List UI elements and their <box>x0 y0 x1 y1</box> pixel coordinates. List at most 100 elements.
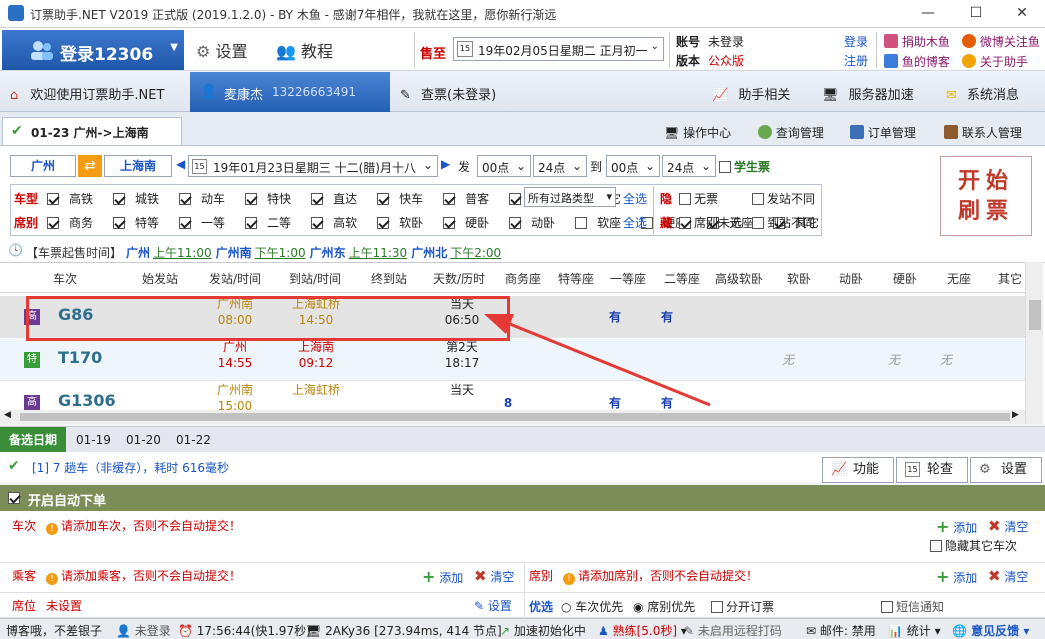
settings-small-button[interactable]: ⚙ 设置 <box>970 457 1042 483</box>
prev-day-icon[interactable]: ◀ <box>176 157 185 171</box>
type-checkbox[interactable]: 城铁 <box>113 192 169 206</box>
position-settings-button[interactable]: ✎ 设置 <box>474 597 512 614</box>
seat-first-radio[interactable]: ◉ 席别优先 <box>633 598 695 615</box>
function-button[interactable]: 📈 功能 <box>822 457 894 483</box>
sale-time-link[interactable]: 下午2:00 <box>450 246 501 260</box>
status-login[interactable]: 👤 未登录 <box>116 622 171 639</box>
type-checkbox[interactable]: 高铁 <box>47 192 103 206</box>
close-button[interactable]: ✕ <box>999 0 1045 28</box>
settings-button[interactable]: ⚙ 设置 <box>196 38 247 62</box>
order-mgmt-button[interactable]: 订单管理 <box>850 124 916 141</box>
maximize-button[interactable]: ☐ <box>953 0 999 28</box>
tab-welcome[interactable]: ⌂ 欢迎使用订票助手.NET <box>10 84 164 103</box>
sale-time-link[interactable]: 下午1:00 <box>255 246 306 260</box>
travel-date-select[interactable]: 15 19年01月23日星期三 十二(腊)月十八 ⌄ <box>188 155 438 177</box>
to-station-input[interactable]: 上海南 <box>104 155 172 177</box>
ops-center-button[interactable]: 🖥 操作中心 <box>664 124 731 141</box>
register-link[interactable]: 注册 <box>844 52 868 69</box>
poll-button[interactable]: 15 轮查 <box>896 457 968 483</box>
query-mgmt-button[interactable]: 查询管理 <box>758 124 824 141</box>
alt-date-item[interactable]: 01-22 <box>176 433 211 447</box>
scroll-left-icon[interactable]: ◀ <box>4 410 11 420</box>
blog-link[interactable]: 鱼的博客 <box>884 53 950 70</box>
status-captcha[interactable]: ✎ 未启用远程打码 <box>684 622 782 639</box>
auto-order-checkbox[interactable] <box>8 492 20 504</box>
no-ticket-checkbox[interactable]: 无票 <box>679 190 718 207</box>
column-header[interactable]: 二等座 <box>656 270 708 287</box>
helper-button[interactable]: 📈 助手相关 <box>712 84 790 103</box>
minimize-button[interactable]: — <box>905 0 951 28</box>
arrive-to-select[interactable]: 24点 ⌄ <box>662 155 716 177</box>
column-header[interactable]: 商务座 <box>498 270 548 287</box>
sale-time-link[interactable]: 上午11:00 <box>153 246 212 260</box>
split-order-checkbox[interactable]: 分开订票 <box>711 598 774 615</box>
from-station-input[interactable]: 广州 <box>10 155 76 177</box>
about-link[interactable]: 关于助手 <box>962 53 1028 70</box>
seat-unselected-checkbox[interactable]: 席别未选 <box>679 214 742 231</box>
clear-seat-button[interactable]: ✖ 清空 <box>988 567 1028 585</box>
diff-depart-checkbox[interactable]: 发站不同 <box>752 190 815 207</box>
depart-from-select[interactable]: 00点 ⌄ <box>477 155 531 177</box>
column-header[interactable]: 动卧 <box>828 270 874 287</box>
pass-type-select[interactable]: 所有过路类型 ▾ <box>524 187 616 207</box>
tab-user[interactable]: 👤 麦康杰 13226663491 <box>190 72 390 112</box>
server-accel-button[interactable]: 🖥 服务器加速 <box>822 84 914 103</box>
column-header[interactable]: 硬卧 <box>882 270 928 287</box>
weibo-link[interactable]: 微博关注鱼 <box>962 33 1040 50</box>
seat-checkbox[interactable]: 软卧 <box>377 216 433 230</box>
seat-checkbox[interactable]: 商务 <box>47 216 103 230</box>
sale-date-select[interactable]: 15 19年02月05日星期二 正月初一 ⌄ <box>453 37 664 61</box>
donate-link[interactable]: 捐助木鱼 <box>884 33 950 50</box>
column-header[interactable]: 软卧 <box>776 270 822 287</box>
scroll-right-icon[interactable]: ▶ <box>1012 410 1019 420</box>
column-header[interactable]: 到站/时间 <box>280 270 350 287</box>
vertical-scrollbar[interactable] <box>1025 262 1043 424</box>
type-checkbox[interactable]: 普客 <box>443 192 499 206</box>
type-checkbox[interactable]: 直达 <box>311 192 367 206</box>
column-header[interactable]: 始发站 <box>125 270 195 287</box>
diff-arrive-checkbox[interactable]: 到站不同 <box>752 214 815 231</box>
column-header[interactable]: 高级软卧 <box>708 270 770 287</box>
start-refresh-button[interactable]: 开始 刷票 <box>940 156 1032 236</box>
status-speed[interactable]: ♟ 熟练[5.0秒] ▾ <box>598 622 687 639</box>
swap-icon[interactable]: ⇄ <box>78 155 102 177</box>
alt-date-item[interactable]: 01-19 <box>76 433 111 447</box>
tutorial-button[interactable]: 👥 教程 <box>276 38 333 62</box>
hide-other-trains-checkbox[interactable]: 隐藏其它车次 <box>930 537 1017 554</box>
seat-checkbox[interactable]: 硬卧 <box>443 216 499 230</box>
contacts-button[interactable]: 联系人管理 <box>944 124 1022 141</box>
type-checkbox[interactable]: 特快 <box>245 192 301 206</box>
depart-to-select[interactable]: 24点 ⌄ <box>533 155 587 177</box>
status-mail[interactable]: ✉ 邮件: 禁用 <box>806 622 876 639</box>
login-link[interactable]: 登录 <box>844 33 868 50</box>
clear-passenger-button[interactable]: ✖ 清空 <box>474 567 514 585</box>
sms-notify-checkbox[interactable]: 短信通知 <box>881 598 944 615</box>
add-train-button[interactable]: + 添加 <box>936 517 977 536</box>
feedback-button[interactable]: 🌐 意见反馈 ▾ <box>952 622 1029 639</box>
sale-time-link[interactable]: 上午11:30 <box>349 246 408 260</box>
column-header[interactable]: 一等座 <box>604 270 652 287</box>
column-header[interactable]: 发站/时间 <box>200 270 270 287</box>
next-day-icon[interactable]: ▶ <box>441 157 450 171</box>
tab-route[interactable]: ✔ 01-23 广州->上海南 <box>2 117 182 145</box>
add-passenger-button[interactable]: + 添加 <box>422 567 463 586</box>
select-all-seats-link[interactable]: 全选 <box>623 214 647 231</box>
status-stats[interactable]: 📊 统计 ▾ <box>888 622 941 639</box>
add-seat-button[interactable]: + 添加 <box>936 567 977 586</box>
alt-date-item[interactable]: 01-20 <box>126 433 161 447</box>
column-header[interactable]: 天数/历时 <box>426 270 492 287</box>
type-checkbox[interactable]: 快车 <box>377 192 433 206</box>
chevron-down-icon[interactable]: ▼ <box>170 42 178 53</box>
seat-checkbox[interactable]: 动卧 <box>509 216 565 230</box>
train-first-radio[interactable]: ○ 车次优先 <box>561 598 623 615</box>
column-header[interactable]: 车次 <box>30 270 100 287</box>
seat-checkbox[interactable]: 一等 <box>179 216 235 230</box>
scroll-thumb[interactable] <box>1029 300 1041 330</box>
column-header[interactable]: 终到站 <box>356 270 422 287</box>
type-checkbox[interactable]: 动车 <box>179 192 235 206</box>
student-ticket-checkbox[interactable]: 学生票 <box>719 158 770 175</box>
seat-checkbox[interactable]: 二等 <box>245 216 301 230</box>
seat-checkbox[interactable]: 高软 <box>311 216 367 230</box>
seat-checkbox[interactable]: 特等 <box>113 216 169 230</box>
login-12306-button[interactable]: 登录12306 ▼ <box>2 30 184 70</box>
